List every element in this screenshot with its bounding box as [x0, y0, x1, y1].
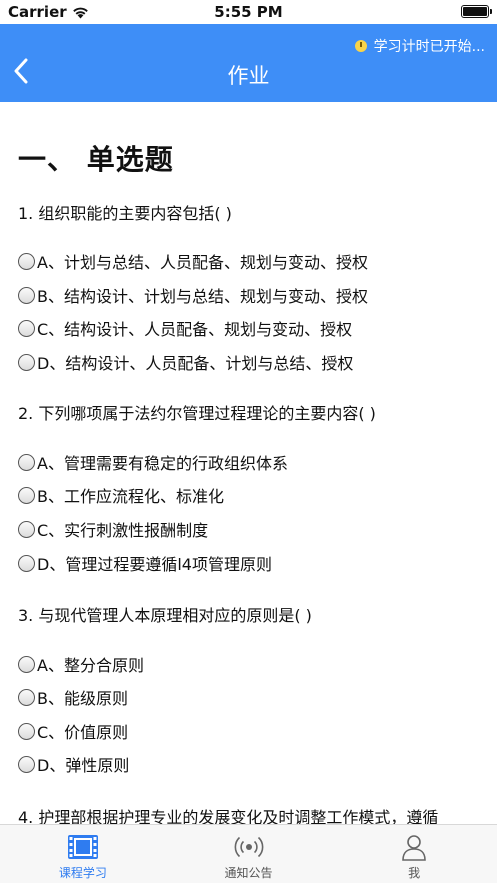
- clock-icon: [354, 40, 367, 52]
- option-2b[interactable]: B、工作应流程化、标准化: [18, 483, 224, 507]
- option-label: D、结构设计、人员配备、计划与总结、授权: [37, 354, 354, 373]
- tab-course-study[interactable]: 课程学习: [0, 825, 166, 883]
- tab-label: 课程学习: [58, 866, 107, 880]
- option-label: C、实行刺激性报酬制度: [37, 521, 209, 540]
- study-timer: 学习计时已开始...: [354, 36, 485, 56]
- status-time: 5:55 PM: [214, 3, 283, 21]
- option-label: B、结构设计、计划与总结、规划与变动、授权: [37, 287, 368, 306]
- page-title: 作业: [227, 64, 270, 88]
- option-label: A、整分合原则: [37, 656, 144, 675]
- option-label: C、价值原则: [37, 723, 129, 742]
- person-icon: [397, 833, 431, 861]
- question-3: 3. 与现代管理人本原理相对应的原则是( ): [18, 606, 312, 625]
- radio-button[interactable]: [18, 655, 35, 673]
- radio-button[interactable]: [18, 520, 35, 538]
- option-label: B、工作应流程化、标准化: [37, 487, 224, 506]
- radio-button[interactable]: [18, 453, 35, 471]
- question-1: 1. 组织职能的主要内容包括( ): [18, 204, 232, 223]
- radio-button[interactable]: [18, 319, 35, 337]
- option-2a[interactable]: A、管理需要有稳定的行政组织体系: [18, 450, 288, 474]
- question-4: 4. 护理部根据护理专业的发展变化及时调整工作模式，遵循: [18, 808, 439, 824]
- radio-button[interactable]: [18, 353, 35, 371]
- option-1d[interactable]: D、结构设计、人员配备、计划与总结、授权: [18, 350, 353, 374]
- option-label: C、结构设计、人员配备、规划与变动、授权: [37, 320, 353, 339]
- option-label: B、能级原则: [37, 689, 128, 708]
- option-3d[interactable]: D、弹性原则: [18, 752, 129, 776]
- tab-label: 我: [408, 866, 421, 880]
- radio-button[interactable]: [18, 755, 35, 773]
- option-1a[interactable]: A、计划与总结、人员配备、规划与变动、授权: [18, 249, 368, 273]
- film-icon: [66, 833, 100, 861]
- option-1c[interactable]: C、结构设计、人员配备、规划与变动、授权: [18, 316, 352, 340]
- battery-icon: [461, 5, 492, 18]
- radio-button[interactable]: [18, 486, 35, 504]
- option-3c[interactable]: C、价值原则: [18, 719, 128, 743]
- timer-text: 学习计时已开始...: [373, 39, 485, 55]
- option-label: D、弹性原则: [37, 756, 130, 775]
- nav-bar: 学习计时已开始... 作业: [0, 24, 497, 102]
- option-3a[interactable]: A、整分合原则: [18, 652, 144, 676]
- radio-button[interactable]: [18, 252, 35, 270]
- option-2c[interactable]: C、实行刺激性报酬制度: [18, 517, 208, 541]
- tab-me[interactable]: 我: [331, 825, 497, 883]
- option-3b[interactable]: B、能级原则: [18, 685, 128, 709]
- option-label: D、管理过程要遵循l4项管理原则: [37, 555, 272, 574]
- option-1b[interactable]: B、结构设计、计划与总结、规划与变动、授权: [18, 283, 368, 307]
- tab-bar: 课程学习 通知公告 我: [0, 824, 497, 883]
- broadcast-icon: [232, 833, 266, 861]
- option-label: A、计划与总结、人员配备、规划与变动、授权: [37, 253, 368, 272]
- option-2d[interactable]: D、管理过程要遵循l4项管理原则: [18, 551, 272, 575]
- radio-button[interactable]: [18, 286, 35, 304]
- radio-button[interactable]: [18, 722, 35, 740]
- status-bar: Carrier 5:55 PM: [0, 0, 497, 24]
- tab-label: 通知公告: [224, 866, 273, 880]
- radio-button[interactable]: [18, 554, 35, 572]
- tab-announcements[interactable]: 通知公告: [166, 825, 332, 883]
- question-2: 2. 下列哪项属于法约尔管理过程理论的主要内容( ): [18, 404, 376, 423]
- option-label: A、管理需要有稳定的行政组织体系: [37, 454, 288, 473]
- radio-button[interactable]: [18, 688, 35, 706]
- section-title: 一、 单选题: [18, 143, 174, 176]
- homework-content[interactable]: 一、 单选题 1. 组织职能的主要内容包括( ) A、计划与总结、人员配备、规划…: [0, 102, 497, 824]
